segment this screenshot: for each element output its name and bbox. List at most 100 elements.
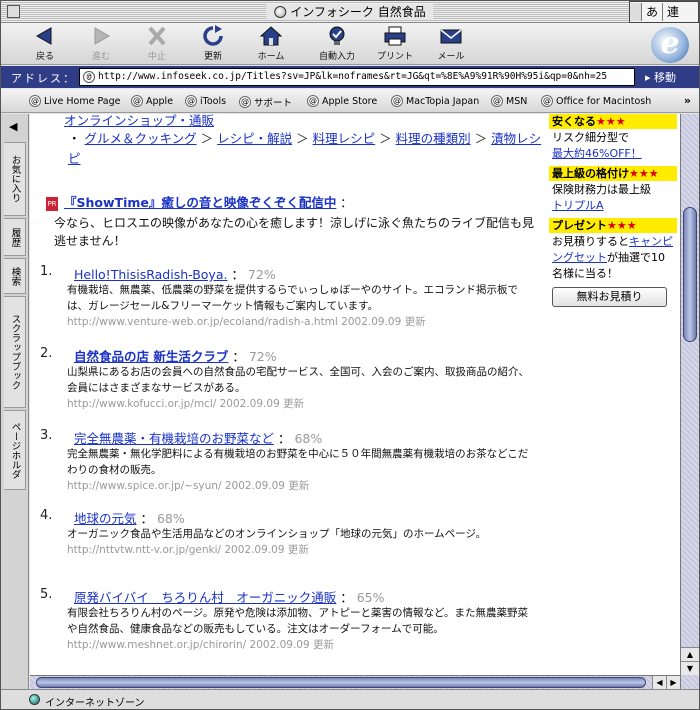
ad3-body: お見積りするとキャンピングセットが抽選で10名様に当る！ xyxy=(549,233,677,283)
scroll-left-arrow-icon[interactable]: ◀ xyxy=(652,676,666,689)
go-arrow-icon: ▸ xyxy=(645,71,651,84)
breadcrumb-gourmet[interactable]: グルメ＆クッキング xyxy=(85,131,197,146)
autofill-icon xyxy=(329,26,345,45)
fav-office-for-macintosh[interactable]: @ Office for Macintosh xyxy=(541,95,651,107)
stop-label: 中止 xyxy=(147,52,166,62)
fav-label: Apple xyxy=(146,95,174,107)
pr-feature-link[interactable]: 『ShowTime』癒しの音と映像ぞくぞく配信中 xyxy=(64,195,336,210)
scroll-up-arrow-icon[interactable]: ▲ xyxy=(681,647,699,661)
stop-x-icon xyxy=(148,26,166,46)
ad2-stars: ★★★ xyxy=(629,167,659,180)
ime-mode-hiragana[interactable]: あ xyxy=(642,3,664,21)
mail-button[interactable]: メール xyxy=(423,25,479,62)
autofill-label: 自動入力 xyxy=(318,52,355,62)
tab-scrapbook[interactable]: スクラップブック xyxy=(4,296,26,408)
ad1-line: リスク細分型で xyxy=(552,131,629,144)
fav-support[interactable]: @ サポート xyxy=(239,95,292,109)
ad1-link[interactable]: 最大約46%OFF！ xyxy=(552,146,674,162)
tab-favorites[interactable]: お気に入り xyxy=(4,142,26,216)
fav-label: サポート xyxy=(254,98,293,109)
vertical-scrollbar[interactable]: ▲ ▼ xyxy=(680,114,699,689)
home-label: ホーム xyxy=(257,52,285,62)
browser-window: インフォシーク 自然食品 あ 連 戻る 進む 中止 更新 ホーム 自動入力 プリ… xyxy=(0,0,700,710)
ad2-heading: 最上級の格付け★★★ xyxy=(549,166,677,181)
favorite-at-icon: @ xyxy=(391,95,403,107)
fav-label: MSN xyxy=(506,95,528,107)
result-desc-text: 完全無農薬・無化学肥料による有機栽培のお野菜を中心に５０年間無農薬有機栽培のお茶… xyxy=(67,448,529,476)
fav-label: iTools xyxy=(200,95,227,107)
stop-button[interactable]: 中止 xyxy=(129,25,185,62)
mail-label: メール xyxy=(437,52,465,62)
ie-logo-icon: e xyxy=(651,27,689,63)
close-box[interactable] xyxy=(7,5,20,18)
ime-menu-icon[interactable] xyxy=(630,3,642,21)
ad3-stars: ★★★ xyxy=(607,219,637,232)
fav-itools[interactable]: @ iTools xyxy=(185,95,226,107)
address-bar: アドレス： @ http://www.infoseek.co.jp/Titles… xyxy=(1,66,699,88)
ad2-body: 保険財務力は最上級 トリプルA xyxy=(549,181,677,215)
ime-mode-conversion[interactable]: 連 xyxy=(663,3,683,21)
address-input[interactable]: @ http://www.infoseek.co.jp/Titles?sv=JP… xyxy=(79,68,635,86)
vertical-scroll-thumb[interactable] xyxy=(683,207,697,342)
fav-apple[interactable]: @ Apple xyxy=(131,95,173,107)
result-score: 68% xyxy=(294,431,323,446)
page-at-icon: @ xyxy=(83,71,95,83)
fav-live-home-page[interactable]: @ Live Home Page xyxy=(29,95,121,107)
result-title-link[interactable]: Hello!ThisisRadish-Boya. xyxy=(74,267,227,282)
result-url: http://nttvtw.ntt-v.or.jp/genki/ xyxy=(67,544,222,556)
tab-search[interactable]: 検索 xyxy=(4,258,26,294)
breadcrumb-recipes[interactable]: レシピ・解説 xyxy=(217,131,292,146)
go-button[interactable]: ▸ 移動 xyxy=(645,69,676,85)
status-zone-text: インターネットゾーン xyxy=(45,698,145,709)
result-title-link[interactable]: 地球の元気 xyxy=(74,511,137,526)
explorer-side-tabs: ◀ お気に入り 履歴 検索 スクラップブック ページホルダ xyxy=(1,114,29,689)
back-button[interactable]: 戻る xyxy=(17,25,73,62)
sidebar-toggle-icon[interactable]: ◀ xyxy=(9,120,23,134)
title-bar[interactable]: インフォシーク 自然食品 あ 連 xyxy=(1,1,699,23)
autofill-button[interactable]: 自動入力 xyxy=(309,25,365,62)
favorites-more-chevron-icon[interactable]: » xyxy=(684,94,691,107)
scroll-down-arrow-icon[interactable]: ▼ xyxy=(681,661,699,675)
result-title-link[interactable]: 完全無農薬・有機栽培のお野菜など xyxy=(74,431,274,446)
breadcrumb-top-link[interactable]: オンラインショップ・通販 xyxy=(64,114,214,129)
tab-page-holder[interactable]: ページホルダ xyxy=(4,410,26,490)
ad2-link[interactable]: トリプルA xyxy=(552,198,674,214)
breadcrumb: ・ グルメ＆クッキング ＞ レシピ・解説 ＞ 料理レシピ ＞ 料理の種類別 ＞ … xyxy=(68,129,545,169)
result-desc-text: オーガニック食品や生活用品などのオンラインショップ「地球の元気」のホームページ。 xyxy=(67,528,487,540)
result-date: 2002.09.09 更新 xyxy=(224,480,310,492)
result-number: 3. xyxy=(40,428,53,443)
fav-msn[interactable]: @ MSN xyxy=(491,95,527,107)
breadcrumb-cooking-recipes[interactable]: 料理レシピ xyxy=(313,131,376,146)
favorite-at-icon: @ xyxy=(541,95,553,107)
ad2-line: 保険財務力は最上級 xyxy=(552,183,651,196)
free-quote-button[interactable]: 無料お見積り xyxy=(552,287,667,307)
scroll-right-arrow-icon[interactable]: ▶ xyxy=(666,676,680,689)
result-desc-text: 有機栽培、無農薬、低農薬の野菜を提供するらでぃっしゅぼーやのサイト。エコランド掲… xyxy=(67,284,518,312)
fav-mactopia-japan[interactable]: @ MacTopia Japan xyxy=(391,95,479,107)
horizontal-scrollbar[interactable]: ◀ ▶ xyxy=(30,675,680,689)
breadcrumb-by-type[interactable]: 料理の種類別 xyxy=(396,131,471,146)
forward-button[interactable]: 進む xyxy=(73,25,129,62)
ime-indicator[interactable]: あ 連 xyxy=(629,1,699,23)
breadcrumb-online-shop[interactable]: オンラインショップ・通販 xyxy=(64,114,214,128)
tab-history[interactable]: 履歴 xyxy=(4,218,26,256)
tab-page-holder-label: ページホルダ xyxy=(9,421,21,479)
refresh-button[interactable]: 更新 xyxy=(185,25,241,62)
print-button[interactable]: プリント xyxy=(367,25,423,62)
result-desc-text: 山梨県にあるお店の会員への自然食品の宅配サービス、全国可、入会のご案内、取扱商品… xyxy=(67,366,529,394)
fav-label: Live Home Page xyxy=(44,95,121,107)
pr-badge-icon: PR xyxy=(46,196,58,211)
ad1-stars: ★★★ xyxy=(596,115,626,128)
result-title-link[interactable]: 原発バイバイ ちろりん村 オーガニック通販 xyxy=(74,590,336,605)
horizontal-scroll-thumb[interactable] xyxy=(36,677,646,688)
breadcrumb-sep: ＞ xyxy=(200,131,214,146)
toolbar: 戻る 進む 中止 更新 ホーム 自動入力 プリント メール e xyxy=(1,23,699,65)
tab-scrapbook-label: スクラップブック xyxy=(9,314,21,390)
result-title-link[interactable]: 自然食品の店 新生活クラブ xyxy=(74,349,228,364)
fav-apple-store[interactable]: @ Apple Store xyxy=(307,95,377,107)
result-number: 5. xyxy=(40,587,53,602)
favorite-at-icon: @ xyxy=(307,95,319,107)
result-score: 72% xyxy=(248,349,277,364)
favorite-at-icon: @ xyxy=(491,95,503,107)
home-button[interactable]: ホーム xyxy=(243,25,299,62)
